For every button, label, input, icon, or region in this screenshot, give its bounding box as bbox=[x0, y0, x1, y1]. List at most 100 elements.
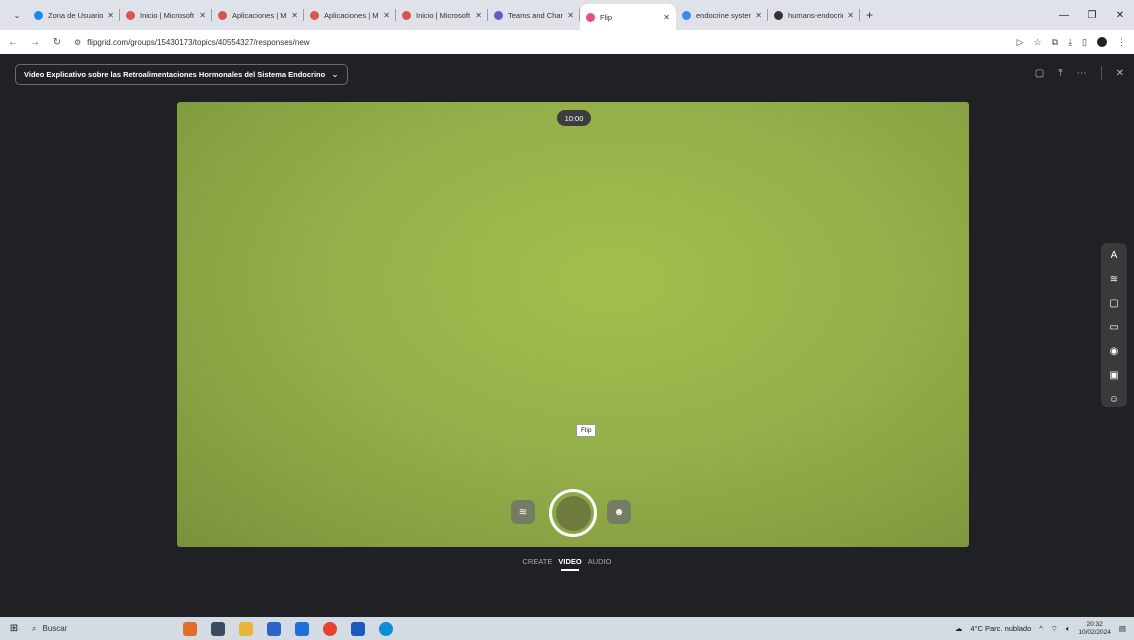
background-tool-icon[interactable]: ☺ bbox=[1109, 391, 1119, 409]
tab-favicon-icon bbox=[682, 10, 691, 20]
widget-icon[interactable] bbox=[183, 621, 197, 636]
tab-search-chevron-icon[interactable]: ⌄ bbox=[6, 4, 28, 26]
tab-favicon-icon bbox=[34, 10, 43, 20]
clock-date: 10/02/2024 bbox=[1078, 628, 1111, 636]
menu-icon[interactable]: ⋮ bbox=[1117, 37, 1126, 48]
tab-close-icon[interactable]: ✕ bbox=[383, 11, 390, 20]
store-icon[interactable] bbox=[267, 621, 281, 636]
tab-favicon-icon bbox=[310, 10, 319, 20]
bookmark-star-icon[interactable]: ☆ bbox=[1034, 37, 1042, 48]
browser-tab[interactable]: Aplicaciones | Micros ✕ bbox=[304, 4, 396, 26]
tab-favicon-icon bbox=[494, 10, 503, 20]
clock[interactable]: 20:32 10/02/2024 bbox=[1078, 621, 1111, 637]
network-icon[interactable]: ⌔ bbox=[1051, 624, 1058, 634]
tab-close-icon[interactable]: ✕ bbox=[755, 11, 762, 20]
filters-icon[interactable]: ≋ bbox=[511, 500, 535, 524]
file-explorer-icon[interactable] bbox=[239, 621, 253, 636]
tab-label: Flip bbox=[600, 12, 613, 22]
tab-favicon-icon bbox=[774, 10, 783, 20]
url-input[interactable]: ⚙ flipgrid.com/groups/15430173/topics/40… bbox=[74, 33, 974, 51]
tab-label: Zona de Usuarios bbox=[48, 10, 104, 20]
browser-tab[interactable]: Flip ✕ bbox=[580, 4, 676, 30]
topic-title: Video Explicativo sobre las Retroaliment… bbox=[24, 70, 326, 79]
tab-label: Teams and Channels bbox=[508, 10, 564, 20]
divider bbox=[1100, 66, 1102, 80]
tab-label: Inicio | Microsoft 365 bbox=[140, 10, 195, 20]
cast-icon[interactable]: ▷ bbox=[1017, 37, 1024, 48]
forward-icon[interactable]: → bbox=[26, 37, 44, 48]
tab-favicon-icon bbox=[402, 10, 411, 20]
browser-tab[interactable]: Aplicaciones | Micros ✕ bbox=[212, 4, 304, 26]
tab-close-icon[interactable]: ✕ bbox=[663, 13, 670, 22]
filter-tool-icon[interactable]: ◉ bbox=[1110, 343, 1119, 361]
weather-text[interactable]: 4°C Parc. nublado bbox=[970, 624, 1031, 633]
tab-label: humans-endocrine-s bbox=[788, 10, 843, 20]
close-icon[interactable]: ✕ bbox=[1106, 10, 1134, 21]
browser-tabstrip: ⌄ Zona de Usuarios✕Inicio | Microsoft 36… bbox=[0, 0, 1134, 30]
frame-tool-icon[interactable]: ▣ bbox=[1109, 367, 1118, 385]
tooltip: Flip bbox=[576, 424, 597, 437]
word-icon[interactable] bbox=[351, 621, 365, 636]
tab-label: Aplicaciones | Micros bbox=[232, 10, 287, 20]
chevron-down-icon: ⌄ bbox=[331, 69, 339, 79]
window-controls: — ❐ ✕ bbox=[1050, 0, 1134, 30]
text-tool-icon[interactable]: A bbox=[1111, 247, 1118, 265]
reload-icon[interactable]: ↻ bbox=[48, 37, 66, 48]
browser-tab[interactable]: humans-endocrine-s ✕ bbox=[768, 4, 860, 26]
tab-close-icon[interactable]: ✕ bbox=[291, 11, 298, 20]
tab-close-icon[interactable]: ✕ bbox=[847, 11, 854, 20]
task-view-icon[interactable] bbox=[211, 621, 225, 636]
download-icon[interactable]: ⤓ bbox=[1068, 37, 1072, 48]
taskbar-search[interactable]: ⌕ Buscar bbox=[28, 620, 158, 637]
taskbar: ⊞ ⌕ Buscar ☁ 4°C Parc. nublado ^ ⌔ 🔈︎ 20… bbox=[0, 617, 1134, 640]
topic-selector[interactable]: Video Explicativo sobre las Retroaliment… bbox=[15, 64, 348, 85]
tab-label: endocrine system - I bbox=[696, 10, 751, 20]
weather-icon: ☁ bbox=[954, 624, 963, 633]
sidebar-icon[interactable]: ▯ bbox=[1082, 37, 1087, 48]
minimize-icon[interactable]: — bbox=[1050, 10, 1078, 21]
browser-tab[interactable]: Zona de Usuarios ✕ bbox=[28, 4, 120, 26]
mode-audio[interactable]: AUDIO bbox=[588, 557, 612, 566]
search-icon: ⌕ bbox=[32, 623, 37, 633]
clock-time: 20:32 bbox=[1086, 620, 1103, 628]
tray-chevron-icon[interactable]: ^ bbox=[1039, 624, 1043, 633]
tab-close-icon[interactable]: ✕ bbox=[199, 11, 206, 20]
recording-timer: 10:00 bbox=[557, 110, 591, 126]
notification-icon[interactable]: ▤ bbox=[1119, 624, 1126, 633]
address-bar: ← → ↻ ⚙ flipgrid.com/groups/15430173/top… bbox=[0, 30, 1134, 54]
more-icon[interactable]: ⋯ bbox=[1077, 68, 1087, 79]
notes-icon[interactable]: ▢ bbox=[1035, 68, 1044, 79]
volume-icon[interactable]: 🔈︎ bbox=[1066, 624, 1071, 634]
emoji-icon[interactable]: ☻ bbox=[607, 500, 631, 524]
browser-tab[interactable]: Inicio | Microsoft 365 ✕ bbox=[120, 4, 212, 26]
tab-close-icon[interactable]: ✕ bbox=[107, 11, 114, 20]
browser-tab[interactable]: Inicio | Microsoft 365 ✕ bbox=[396, 4, 488, 26]
new-tab-button[interactable]: + bbox=[866, 8, 873, 22]
sticker-tool-icon[interactable]: ▢ bbox=[1109, 295, 1118, 313]
extensions-icon[interactable]: ⧉ bbox=[1052, 37, 1058, 48]
ink-tool-icon[interactable]: ≋ bbox=[1110, 271, 1118, 289]
site-info-icon[interactable]: ⚙ bbox=[74, 38, 81, 47]
taskbar-search-label: Buscar bbox=[42, 624, 68, 633]
start-icon[interactable]: ⊞ bbox=[0, 623, 28, 634]
record-button[interactable] bbox=[549, 489, 597, 537]
mail-icon[interactable] bbox=[295, 621, 309, 636]
tab-favicon-icon bbox=[218, 10, 227, 20]
back-icon[interactable]: ← bbox=[4, 37, 22, 48]
browser-tab[interactable]: endocrine system - I ✕ bbox=[676, 4, 768, 26]
restore-icon[interactable]: ❐ bbox=[1078, 10, 1106, 21]
chrome-icon[interactable] bbox=[323, 621, 337, 636]
record-button-inner bbox=[555, 495, 591, 531]
browser-tab[interactable]: Teams and Channels✕ bbox=[488, 4, 580, 26]
edge-icon[interactable] bbox=[379, 621, 393, 636]
tab-label: Aplicaciones | Micros bbox=[324, 10, 379, 20]
tab-close-icon[interactable]: ✕ bbox=[567, 11, 574, 20]
mode-create[interactable]: CREATE bbox=[523, 557, 553, 566]
tab-close-icon[interactable]: ✕ bbox=[475, 11, 482, 20]
upload-icon[interactable]: ⤒ bbox=[1058, 68, 1062, 79]
close-recorder-icon[interactable]: ✕ bbox=[1116, 68, 1124, 79]
profile-avatar[interactable] bbox=[1097, 37, 1107, 47]
effects-toolbar: A ≋ ▢ ▭ ◉ ▣ ☺ bbox=[1101, 243, 1127, 407]
mode-video[interactable]: VIDEO bbox=[558, 557, 582, 571]
board-tool-icon[interactable]: ▭ bbox=[1109, 319, 1118, 337]
